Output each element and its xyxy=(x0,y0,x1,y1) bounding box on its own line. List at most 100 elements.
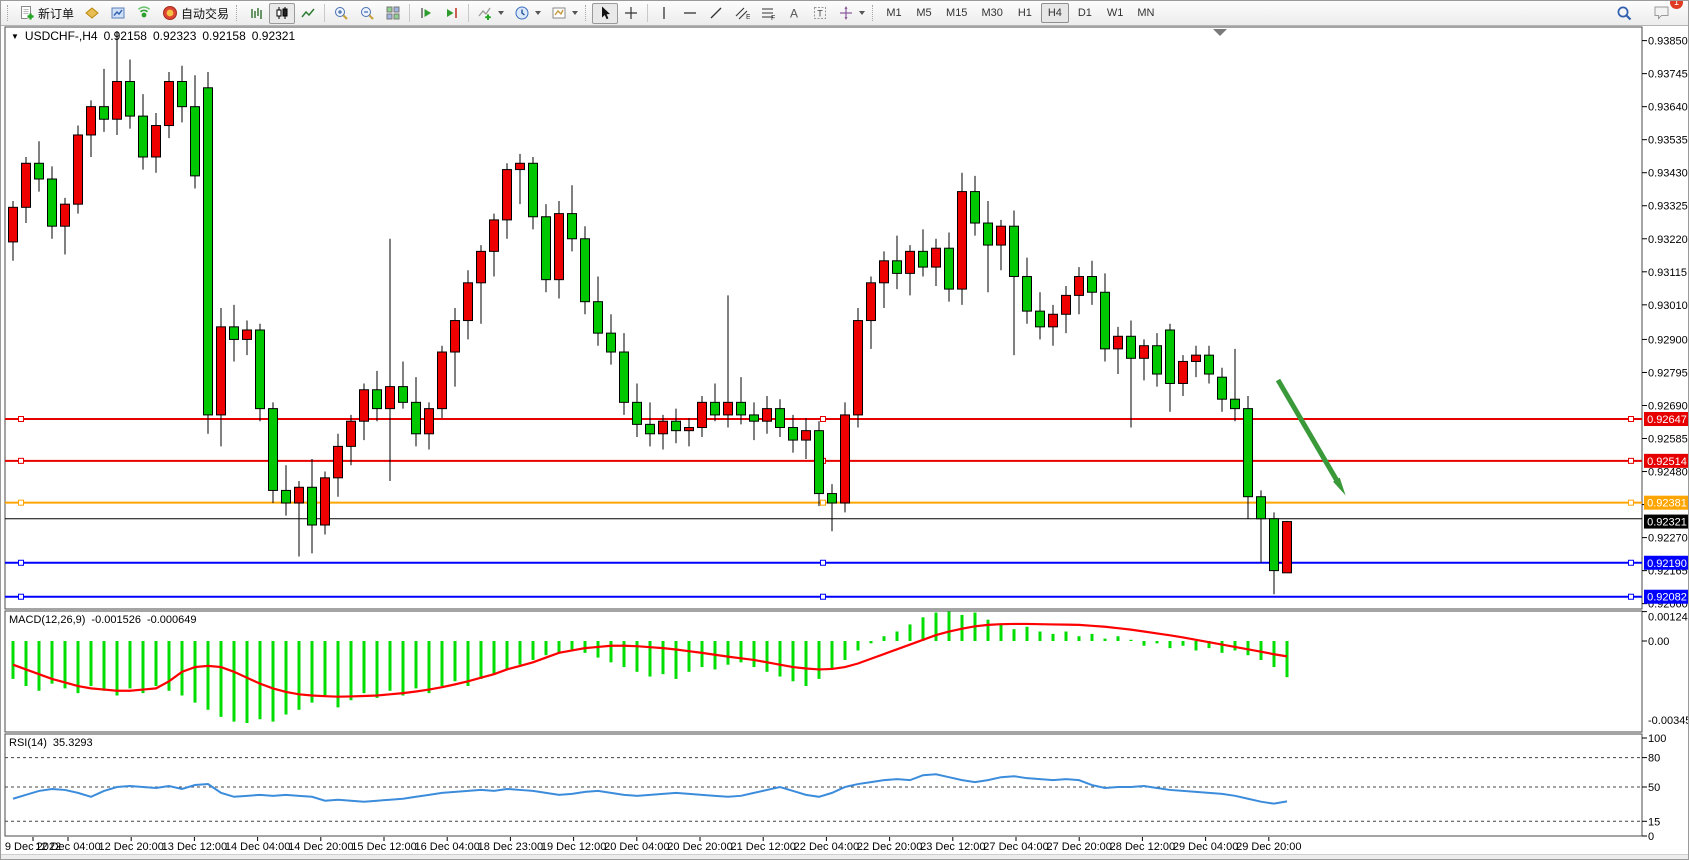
candle-body xyxy=(711,402,720,415)
line-handle[interactable] xyxy=(1629,500,1634,505)
toolbar-grip[interactable] xyxy=(236,5,239,21)
search-button[interactable] xyxy=(1611,3,1638,24)
zoom-out-button[interactable] xyxy=(354,3,380,24)
timeframe-M5[interactable]: M5 xyxy=(910,3,938,23)
line-handle[interactable] xyxy=(19,500,24,505)
price-tick-label: 0.93115 xyxy=(1648,267,1687,279)
timeframe-W1[interactable]: W1 xyxy=(1101,3,1130,23)
market-watch-button[interactable] xyxy=(79,3,105,24)
bar-chart-mode-button[interactable] xyxy=(243,3,269,24)
candle-body xyxy=(633,402,642,424)
text-label-tool-button[interactable]: T xyxy=(807,3,833,24)
candle-body xyxy=(191,107,200,176)
line-handle[interactable] xyxy=(821,417,826,422)
candle-body xyxy=(1062,295,1071,314)
candle-body xyxy=(503,170,512,220)
candle-body xyxy=(386,387,395,409)
line-handle[interactable] xyxy=(821,594,826,599)
toolbar-grip[interactable] xyxy=(7,5,10,21)
shapes-tool-button[interactable] xyxy=(833,3,870,24)
timeframe-H1[interactable]: H1 xyxy=(1011,3,1039,23)
vertical-line-tool-button[interactable] xyxy=(651,3,677,24)
cursor-tool-button[interactable] xyxy=(592,3,618,24)
ohlc-open: 0.92158 xyxy=(104,29,147,43)
time-tick-label: 13 Dec 12:00 xyxy=(162,841,227,853)
rsi-name: RSI(14) xyxy=(9,737,47,749)
fibonacci-tool-button[interactable]: F xyxy=(755,3,781,24)
price-badge-label: 0.92082 xyxy=(1647,592,1687,604)
tile-windows-button[interactable] xyxy=(380,3,406,24)
text-tool-button[interactable]: A xyxy=(781,3,807,24)
candle-body xyxy=(269,409,278,491)
timeframe-D1[interactable]: D1 xyxy=(1071,3,1099,23)
line-handle[interactable] xyxy=(19,458,24,463)
autotrade-button[interactable]: 自动交易 xyxy=(157,3,234,24)
new-order-icon xyxy=(19,5,35,21)
crosshair-tool-button[interactable] xyxy=(618,3,644,24)
horizontal-line-tool-button[interactable] xyxy=(677,3,703,24)
price-tick-label: 0.93535 xyxy=(1648,135,1688,147)
trendline-tool-button[interactable] xyxy=(703,3,729,24)
candle-body xyxy=(828,494,837,503)
candle-body xyxy=(789,428,798,441)
time-tick-label: 29 Dec 20:00 xyxy=(1236,841,1301,853)
line-handle[interactable] xyxy=(1629,458,1634,463)
timeframe-M30[interactable]: M30 xyxy=(975,3,1008,23)
line-handle[interactable] xyxy=(19,417,24,422)
chart-shift-button[interactable] xyxy=(439,3,465,24)
line-chart-mode-button[interactable] xyxy=(295,3,321,24)
timeframe-H4[interactable]: H4 xyxy=(1041,3,1069,23)
toolbar-grip[interactable] xyxy=(872,5,875,21)
line-handle[interactable] xyxy=(1629,560,1634,565)
crosshair-icon xyxy=(623,5,639,21)
line-handle[interactable] xyxy=(1629,417,1634,422)
timeframe-MN[interactable]: MN xyxy=(1131,3,1160,23)
vertical-line-icon xyxy=(656,5,672,21)
chart-canvas[interactable]: 0.938500.937450.936400.935350.934300.933… xyxy=(1,26,1689,854)
toolbar-grip[interactable] xyxy=(585,5,588,21)
periods-button[interactable] xyxy=(509,3,546,24)
signals-button[interactable] xyxy=(131,3,157,24)
candle-body xyxy=(724,402,733,415)
candle-body xyxy=(451,321,460,352)
line-handle[interactable] xyxy=(821,560,826,565)
line-handle[interactable] xyxy=(1629,594,1634,599)
candle-body xyxy=(750,415,759,421)
line-handle[interactable] xyxy=(19,594,24,599)
line-handle[interactable] xyxy=(19,560,24,565)
line-handle[interactable] xyxy=(821,500,826,505)
candle-body xyxy=(607,333,616,352)
rsi-axis-label: 80 xyxy=(1648,753,1660,765)
indicators-button[interactable] xyxy=(472,3,509,24)
timeframe-M15[interactable]: M15 xyxy=(940,3,973,23)
candle-body xyxy=(1023,277,1032,312)
cursor-icon xyxy=(597,5,613,21)
candle-body xyxy=(1166,330,1175,383)
candle-body xyxy=(100,107,109,120)
indicators-icon xyxy=(477,5,493,21)
timeframe-M1[interactable]: M1 xyxy=(880,3,908,23)
time-tick-label: 12 Dec 04:00 xyxy=(35,841,100,853)
candlestick-mode-button[interactable] xyxy=(269,3,295,24)
candle-body xyxy=(880,261,889,283)
shapes-icon xyxy=(838,5,854,21)
time-tick-label: 16 Dec 04:00 xyxy=(414,841,479,853)
channel-tool-button[interactable]: E xyxy=(729,3,755,24)
candle-body xyxy=(425,409,434,434)
candle-body xyxy=(74,135,83,204)
candle-body xyxy=(841,415,850,503)
candle-body xyxy=(113,81,122,119)
candle-body xyxy=(1075,277,1084,296)
templates-button[interactable] xyxy=(546,3,583,24)
time-tick-label: 19 Dec 12:00 xyxy=(541,841,606,853)
price-tick-label: 0.92690 xyxy=(1648,400,1688,412)
candle-body xyxy=(1218,377,1227,399)
new-order-button[interactable]: 新订单 xyxy=(14,3,79,24)
auto-scroll-button[interactable] xyxy=(413,3,439,24)
candle-body xyxy=(438,352,447,409)
zoom-in-button[interactable] xyxy=(328,3,354,24)
price-tick-label: 0.92585 xyxy=(1648,434,1688,446)
collapse-triangle-icon[interactable]: ▼ xyxy=(11,32,19,41)
status-bar xyxy=(1,854,1689,860)
publisher-button[interactable] xyxy=(105,3,131,24)
